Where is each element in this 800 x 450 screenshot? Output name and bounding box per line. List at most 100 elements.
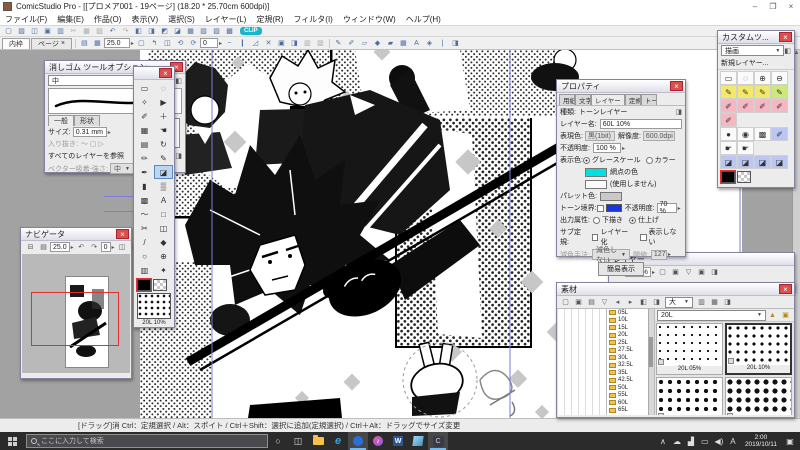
copy-icon[interactable]: ▦	[81, 26, 92, 36]
ct-tone-dot3-tool[interactable]: ▩	[754, 127, 771, 141]
tray-chevron-icon[interactable]: ∧	[656, 437, 670, 446]
story-palette-icon[interactable]: ◨	[146, 26, 157, 36]
dock-layers-icon[interactable]: ◨	[709, 267, 720, 277]
navigator-zoom-field[interactable]: 25.0	[50, 242, 70, 252]
photos-app-button[interactable]	[348, 432, 368, 450]
lasso-tool[interactable]: ◌	[154, 81, 173, 95]
materials-palette-icon[interactable]: ▨	[211, 26, 222, 36]
open-icon[interactable]: ▧	[16, 26, 27, 36]
folder-50L[interactable]: 50L	[607, 384, 654, 392]
nav-fit-icon[interactable]: ◫	[117, 242, 128, 252]
ct-brush3-tool[interactable]: ✐	[754, 99, 771, 113]
menu-ruler[interactable]: 定規(R)	[251, 14, 288, 25]
close-icon[interactable]: ×	[670, 81, 683, 91]
rotate-spinner[interactable]: ▸	[219, 40, 222, 47]
panel-icon[interactable]: ◨	[289, 38, 300, 48]
ct-eraser2-tool[interactable]: ◪	[737, 155, 754, 169]
nav-zoom-out-icon[interactable]: ⊟	[25, 242, 36, 252]
move-tool[interactable]: ＋	[154, 109, 173, 123]
brush-tool[interactable]: ▮	[135, 179, 154, 193]
clear-rotate-icon[interactable]: ✕	[263, 38, 274, 48]
grayed-a-icon[interactable]: ▥	[302, 38, 313, 48]
magic-wand-tool[interactable]: ✧	[135, 95, 154, 109]
mat-list-view-icon[interactable]: ◨	[651, 297, 662, 307]
cortana-button[interactable]: ○	[268, 432, 288, 450]
new-icon[interactable]: ▢	[3, 26, 14, 36]
tray-display-icon[interactable]: ▭	[698, 437, 712, 446]
navigator-view-rectangle[interactable]	[31, 292, 119, 346]
tone-border-checkbox[interactable]	[596, 204, 604, 212]
tone-20L-15[interactable]: 20L 15%	[656, 377, 723, 415]
opacity-spinner[interactable]: ▸	[622, 145, 625, 152]
scissors-tool[interactable]: ✂	[135, 221, 154, 235]
properties-palette-icon[interactable]: ▧	[198, 26, 209, 36]
undo-icon[interactable]: ↶	[107, 26, 118, 36]
ct-brush2-tool[interactable]: ✐	[737, 99, 754, 113]
snap-radial-icon[interactable]: ◆	[372, 38, 383, 48]
ct-brush4-tool[interactable]: ✐	[771, 99, 788, 113]
paste-icon[interactable]: ▨	[94, 26, 105, 36]
ct-eraser1-tool[interactable]: ◪	[720, 155, 737, 169]
zoom-spinner[interactable]: ▸	[131, 40, 134, 47]
minimize-button[interactable]: –	[746, 1, 764, 13]
save-all-icon[interactable]: ▣	[42, 26, 53, 36]
size-spinner[interactable]: ▸	[108, 129, 111, 136]
link-icon[interactable]: ◨	[675, 108, 682, 116]
folder-60L[interactable]: 60L	[607, 399, 654, 407]
edge-button[interactable]: e	[328, 432, 348, 450]
current-tone-preview[interactable]	[137, 293, 171, 319]
ct-pen-kabura-tool[interactable]: ✎	[754, 85, 771, 99]
file-explorer-button[interactable]	[308, 432, 328, 450]
props-tab-paper[interactable]: 用紙	[559, 94, 575, 105]
layers-palette-icon[interactable]: ◪	[172, 26, 183, 36]
mat-delete-icon[interactable]: ▽	[599, 297, 610, 307]
ruler-tool[interactable]: /	[135, 235, 154, 249]
restore-button[interactable]: ❐	[764, 1, 782, 13]
ellipse-tool[interactable]: ○	[135, 249, 154, 263]
text-tool-icon[interactable]: A	[411, 38, 422, 48]
grayscale-radio[interactable]	[582, 156, 590, 164]
save-icon[interactable]: ◫	[29, 26, 40, 36]
word-button[interactable]: W	[388, 432, 408, 450]
custom-foreground-swatch[interactable]	[720, 170, 736, 184]
hide-checkbox[interactable]	[639, 233, 647, 241]
tone-20L-05[interactable]: 20L 05%	[656, 323, 723, 375]
folder-65L[interactable]: 65L	[607, 407, 654, 415]
nav-rotate-ccw-icon[interactable]: ↶	[76, 242, 87, 252]
comicstudio-taskbar-button[interactable]: C	[428, 432, 448, 450]
tab-general[interactable]: 一般	[48, 115, 74, 126]
menu-file[interactable]: ファイル(F)	[0, 14, 52, 25]
folder-15L[interactable]: 15L	[607, 324, 654, 332]
custom-transparent-swatch[interactable]	[737, 171, 751, 183]
rotate-view-tool[interactable]: ↻	[154, 137, 173, 151]
fit-window-icon[interactable]: −	[224, 38, 235, 48]
ct-tone-dot1-tool[interactable]: ●	[720, 127, 737, 141]
rotate-ccw-icon[interactable]: ⟲	[175, 38, 186, 48]
taskbar-search-input[interactable]: ここに入力して検索	[26, 434, 268, 448]
viewer-3d-button[interactable]	[408, 432, 428, 450]
close-icon[interactable]: ×	[779, 284, 792, 294]
foreground-color-swatch[interactable]	[136, 278, 152, 292]
clip-button[interactable]: CLIP	[240, 27, 262, 35]
mat-paste-icon[interactable]: ▤	[586, 297, 597, 307]
tab-shape[interactable]: 形状	[74, 115, 100, 126]
cut-icon[interactable]: ✂	[68, 26, 79, 36]
print-icon[interactable]: ▥	[55, 26, 66, 36]
ct-finger1-tool[interactable]: ☛	[720, 141, 737, 155]
snap-parallel-icon[interactable]: ▱	[359, 38, 370, 48]
menu-help[interactable]: ヘルプ(H)	[401, 14, 446, 25]
mat-newfolder-icon[interactable]: ▣	[780, 310, 791, 320]
mat-copy-icon[interactable]: ▣	[573, 297, 584, 307]
panel-menu-icon[interactable]: ◧	[784, 47, 791, 55]
finish-radio[interactable]	[628, 216, 636, 224]
layerize-checkbox[interactable]	[591, 233, 599, 241]
close-button[interactable]: ×	[782, 1, 800, 13]
symmetry-icon[interactable]: ◈	[424, 38, 435, 48]
ct-blue-brush-tool[interactable]: ✐	[771, 127, 788, 141]
nav-rotate-spinner[interactable]: ▸	[112, 244, 115, 251]
panel-tool[interactable]: ▦	[135, 123, 154, 137]
halftone-dot-color-swatch[interactable]	[585, 167, 607, 177]
airbrush-tool[interactable]: ▒	[154, 179, 173, 193]
curve-tool[interactable]: ～	[135, 207, 154, 221]
marker-tool[interactable]: ✒	[135, 165, 154, 179]
